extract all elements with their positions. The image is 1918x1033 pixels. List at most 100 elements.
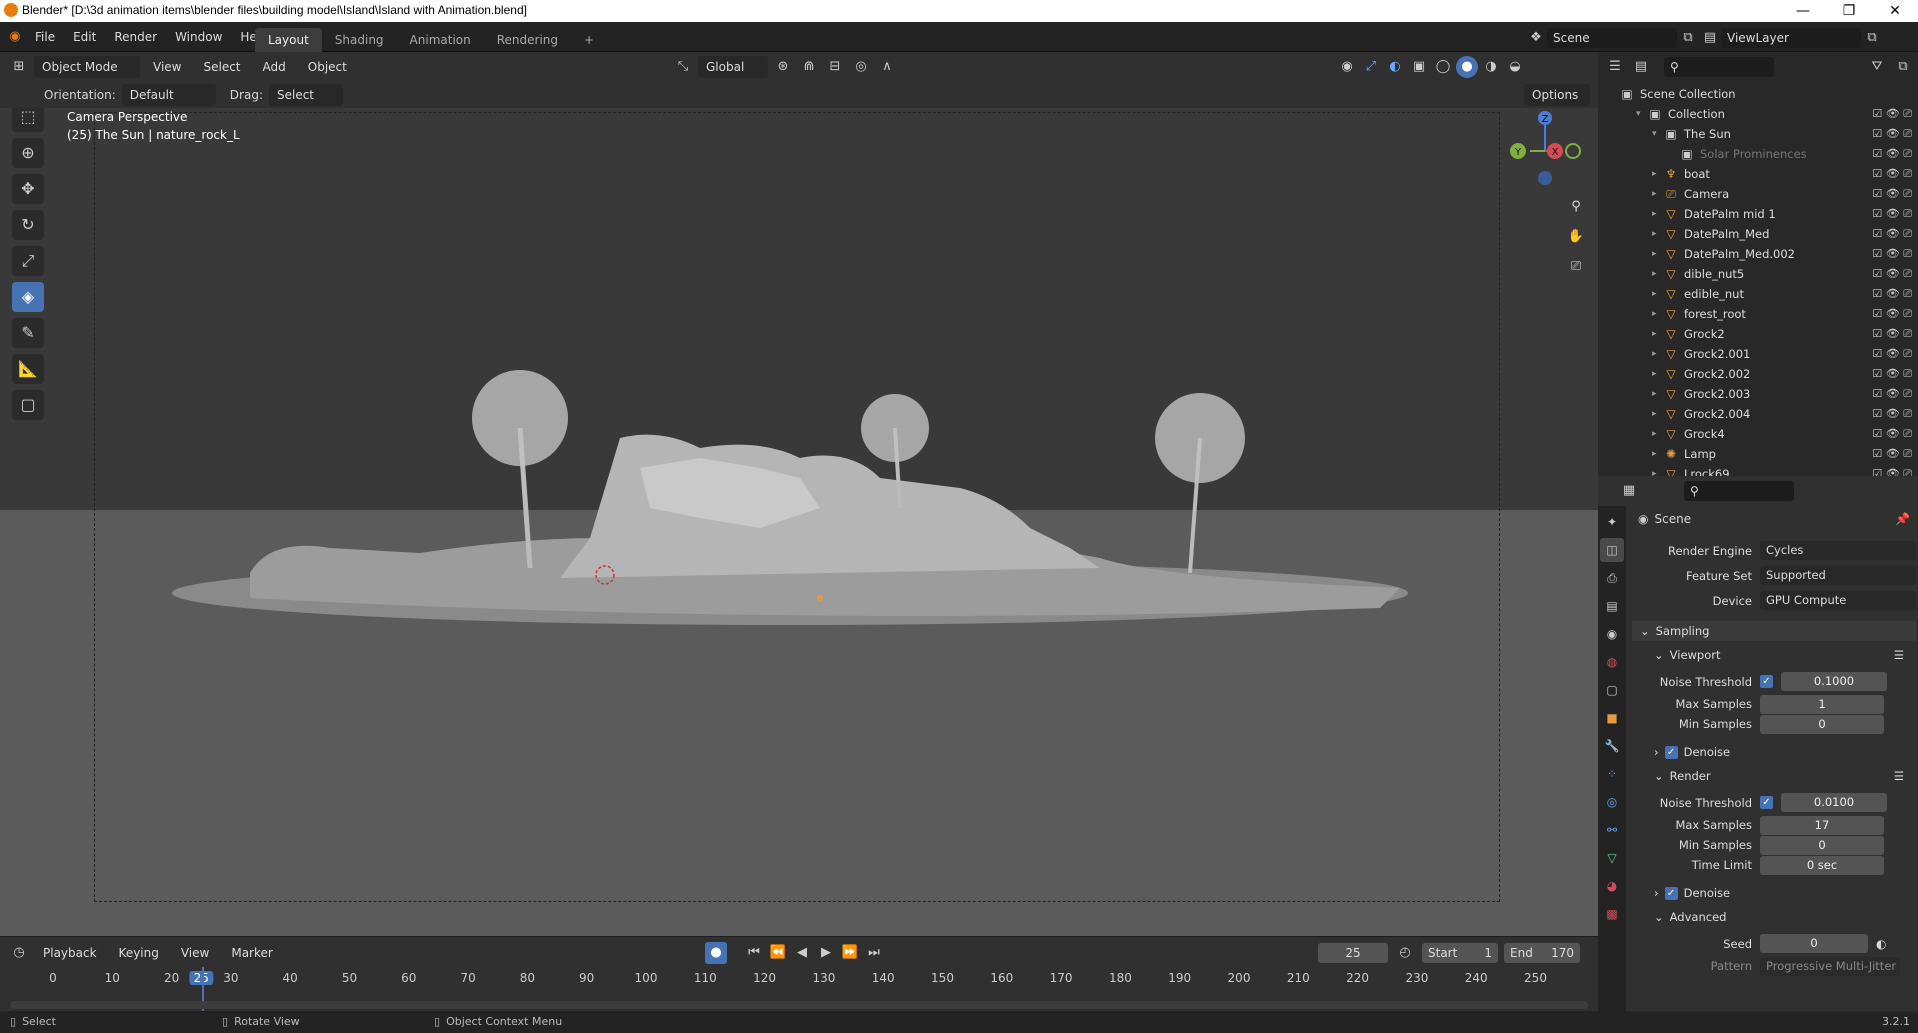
expand-down-icon[interactable]: ▾: [1636, 104, 1648, 124]
r-noise-threshold-field[interactable]: 0.0100: [1781, 793, 1887, 812]
outliner-row[interactable]: ▸ ▽ Grock2.002 ☑ 👁 ⎚: [1598, 364, 1918, 384]
outliner-row[interactable]: ▸ ▽ edible_nut ☑ 👁 ⎚: [1598, 284, 1918, 304]
eye-icon[interactable]: 👁: [1886, 307, 1900, 320]
expand-right-icon[interactable]: ▸: [1652, 184, 1664, 204]
data-tab-icon[interactable]: ▽: [1600, 846, 1624, 870]
solid-shading-icon[interactable]: ●: [1456, 56, 1478, 78]
render-camera-icon[interactable]: ⎚: [1903, 267, 1912, 280]
snap-icon[interactable]: ⋒: [798, 56, 820, 78]
menu-edit[interactable]: Edit: [64, 26, 105, 48]
add-workspace-button[interactable]: +: [571, 28, 607, 52]
render-camera-icon[interactable]: ⎚: [1903, 147, 1912, 160]
expand-right-icon[interactable]: ▸: [1652, 164, 1664, 184]
feature-set-dropdown[interactable]: Supported: [1760, 566, 1916, 585]
expand-right-icon[interactable]: ▸: [1652, 404, 1664, 424]
navigation-gizmo[interactable]: Z Y X: [1500, 108, 1590, 196]
move-tool-icon[interactable]: ✥: [12, 174, 44, 204]
expand-right-icon[interactable]: ▸: [1652, 444, 1664, 464]
physics-tab-icon[interactable]: ◎: [1600, 790, 1624, 814]
exclude-checkbox-icon[interactable]: ☑: [1872, 447, 1882, 460]
render-camera-icon[interactable]: ⎚: [1903, 107, 1912, 120]
render-camera-icon[interactable]: ⎚: [1903, 207, 1912, 220]
viewlayer-field[interactable]: ViewLayer: [1721, 28, 1861, 48]
render-tab-icon[interactable]: ◫: [1600, 538, 1624, 562]
rotate-tool-icon[interactable]: ↻: [12, 210, 44, 240]
vp-denoise-checkbox[interactable]: ✓: [1664, 745, 1678, 759]
presets-list-icon[interactable]: ☰: [1894, 645, 1904, 665]
outliner-row[interactable]: ▸ ▽ DatePalm_Med ☑ 👁 ⎚: [1598, 224, 1918, 244]
annotate-tool-icon[interactable]: ✎: [12, 318, 44, 348]
visibility-icon[interactable]: ◉: [1336, 56, 1358, 78]
viewport-subpanel-header[interactable]: ⌄ Viewport ☰: [1632, 645, 1916, 665]
output-tab-icon[interactable]: ⎙: [1600, 566, 1624, 590]
expand-right-icon[interactable]: ▸: [1652, 424, 1664, 444]
snap-target-icon[interactable]: ⊟: [824, 56, 846, 78]
editor-type-icon[interactable]: ⊞: [8, 56, 30, 78]
eye-icon[interactable]: 👁: [1886, 107, 1900, 120]
eye-icon[interactable]: 👁: [1886, 427, 1900, 440]
exclude-checkbox-icon[interactable]: ☑: [1872, 267, 1882, 280]
proportional-edit-icon[interactable]: ◎: [850, 56, 872, 78]
cursor-tool-icon[interactable]: ⊕: [12, 138, 44, 168]
tab-shading[interactable]: Shading: [322, 28, 397, 52]
eye-icon[interactable]: 👁: [1886, 147, 1900, 160]
device-dropdown[interactable]: GPU Compute: [1760, 591, 1916, 610]
eye-icon[interactable]: 👁: [1886, 407, 1900, 420]
exclude-checkbox-icon[interactable]: ☑: [1872, 427, 1882, 440]
tab-rendering[interactable]: Rendering: [484, 28, 571, 52]
vp-min-samples-field[interactable]: 0: [1760, 714, 1884, 734]
exclude-checkbox-icon[interactable]: ☑: [1872, 147, 1882, 160]
xray-icon[interactable]: ▣: [1408, 56, 1430, 78]
r-denoise-subpanel-header[interactable]: › ✓ Denoise: [1632, 883, 1916, 903]
r-noise-threshold-checkbox[interactable]: ✓: [1760, 796, 1773, 809]
object-tab-icon[interactable]: ■: [1600, 706, 1624, 730]
menu-object[interactable]: Object: [299, 56, 356, 78]
render-camera-icon[interactable]: ⎚: [1903, 447, 1912, 460]
exclude-checkbox-icon[interactable]: ☑: [1872, 407, 1882, 420]
pivot-icon[interactable]: ⊛: [772, 56, 794, 78]
measure-tool-icon[interactable]: 📐: [12, 354, 44, 384]
menu-file[interactable]: File: [26, 26, 64, 48]
exclude-checkbox-icon[interactable]: ☑: [1872, 187, 1882, 200]
material-shading-icon[interactable]: ◑: [1480, 56, 1502, 78]
modifier-tab-icon[interactable]: 🔧: [1600, 734, 1624, 758]
expand-right-icon[interactable]: ▸: [1652, 224, 1664, 244]
eye-icon[interactable]: 👁: [1886, 227, 1900, 240]
menu-render[interactable]: Render: [105, 26, 166, 48]
outliner-row[interactable]: ▸ ▽ forest_root ☑ 👁 ⎚: [1598, 304, 1918, 324]
outliner-row[interactable]: ▣ Solar Prominences ☑ 👁 ⎚: [1598, 144, 1918, 164]
new-viewlayer-icon[interactable]: ⧉: [1861, 27, 1883, 49]
r-denoise-checkbox[interactable]: ✓: [1664, 886, 1678, 900]
menu-window[interactable]: Window: [166, 26, 231, 48]
new-scene-icon[interactable]: ⧉: [1677, 27, 1699, 49]
pan-hand-icon[interactable]: ✋: [1565, 226, 1587, 248]
mode-dropdown[interactable]: Object Mode: [34, 56, 140, 78]
eye-icon[interactable]: 👁: [1886, 447, 1900, 460]
tab-layout[interactable]: Layout: [255, 28, 322, 52]
expand-right-icon[interactable]: ▸: [1652, 204, 1664, 224]
eye-icon[interactable]: 👁: [1886, 127, 1900, 140]
material-tab-icon[interactable]: ◕: [1600, 874, 1624, 898]
expand-right-icon[interactable]: ▸: [1652, 304, 1664, 324]
render-camera-icon[interactable]: ⎚: [1903, 347, 1912, 360]
outliner-row[interactable]: ▾ ▣ Collection ☑ 👁 ⎚: [1598, 104, 1918, 124]
sampling-panel-header[interactable]: ⌄ Sampling: [1632, 621, 1916, 641]
exclude-checkbox-icon[interactable]: ☑: [1872, 207, 1882, 220]
eye-icon[interactable]: 👁: [1886, 327, 1900, 340]
falloff-icon[interactable]: ∧: [876, 56, 898, 78]
menu-view[interactable]: View: [144, 56, 190, 78]
scene-field[interactable]: Scene: [1547, 28, 1677, 48]
outliner-row[interactable]: ▸ ⎚ Camera ☑ 👁 ⎚: [1598, 184, 1918, 204]
scene-tab-icon[interactable]: ◉: [1600, 622, 1624, 646]
tool-tab-icon[interactable]: ✦: [1600, 510, 1624, 534]
expand-right-icon[interactable]: ▸: [1652, 264, 1664, 284]
wireframe-shading-icon[interactable]: ◯: [1432, 56, 1454, 78]
exclude-checkbox-icon[interactable]: ☑: [1872, 307, 1882, 320]
expand-right-icon[interactable]: ▸: [1652, 244, 1664, 264]
expand-right-icon[interactable]: ▸: [1652, 344, 1664, 364]
exclude-checkbox-icon[interactable]: ☑: [1872, 387, 1882, 400]
vp-noise-threshold-checkbox[interactable]: ✓: [1760, 675, 1773, 688]
exclude-checkbox-icon[interactable]: ☑: [1872, 247, 1882, 260]
outliner-row[interactable]: ▸ ▽ Grock4 ☑ 👁 ⎚: [1598, 424, 1918, 444]
exclude-checkbox-icon[interactable]: ☑: [1872, 367, 1882, 380]
